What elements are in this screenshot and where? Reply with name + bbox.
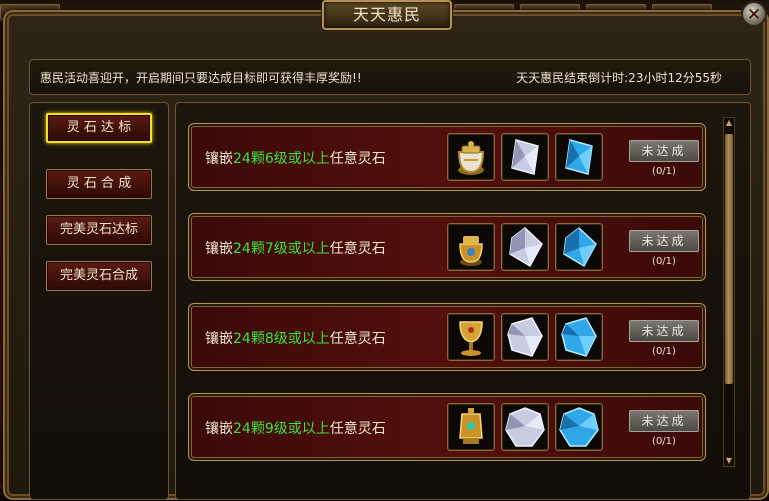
- gold-lantern-icon[interactable]: [447, 403, 495, 451]
- status-button[interactable]: 未达成: [629, 410, 699, 432]
- task-list-panel: 镶嵌24颗6级或以上任意灵石 未达成 (0/1) 镶嵌24颗7级或以上任意灵石: [175, 102, 751, 500]
- white-gold-jar-icon[interactable]: [447, 133, 495, 181]
- task-prefix: 镶嵌: [205, 241, 233, 257]
- task-progress: (0/1): [652, 256, 676, 267]
- blue-gem-icon[interactable]: [555, 313, 603, 361]
- category-nav: 灵 石 达 标 灵 石 合 成 完美灵石达标 完美灵石合成: [29, 102, 169, 500]
- task-suffix: 任意灵石: [329, 331, 386, 347]
- task-requirement: 24颗9级或以上: [233, 421, 330, 437]
- nav-item-stone-target[interactable]: 灵 石 达 标: [46, 113, 152, 143]
- white-gem-icon[interactable]: [501, 223, 549, 271]
- task-progress: (0/1): [652, 436, 676, 447]
- scrollbar-thumb[interactable]: [725, 134, 733, 384]
- task-row: 镶嵌24颗6级或以上任意灵石 未达成 (0/1): [188, 123, 706, 191]
- event-window: 惠民活动喜迎开，开启期间只要达成目标即可获得丰厚奖励!! 天天惠民结束倒计时:2…: [3, 10, 769, 500]
- white-gem-icon[interactable]: [501, 313, 549, 361]
- event-notice-text: 惠民活动喜迎开，开启期间只要达成目标即可获得丰厚奖励!!: [40, 71, 362, 85]
- task-progress: (0/1): [652, 166, 676, 177]
- blue-gem-icon[interactable]: [555, 223, 603, 271]
- task-prefix: 镶嵌: [205, 421, 233, 437]
- nav-item-perfect-stone-synthesis[interactable]: 完美灵石合成: [46, 261, 152, 291]
- status-button[interactable]: 未达成: [629, 140, 699, 162]
- task-prefix: 镶嵌: [205, 331, 233, 347]
- task-row: 镶嵌24颗9级或以上任意灵石 未达成 (0/1): [188, 393, 706, 461]
- task-row: 镶嵌24颗8级或以上任意灵石 未达成 (0/1): [188, 303, 706, 371]
- scrollbar[interactable]: ▲ ▼: [723, 117, 735, 467]
- task-requirement: 24颗8级或以上: [233, 331, 330, 347]
- task-requirement: 24颗7级或以上: [233, 241, 330, 257]
- notice-bar: 惠民活动喜迎开，开启期间只要达成目标即可获得丰厚奖励!! 天天惠民结束倒计时:2…: [29, 59, 751, 95]
- window-title: 天天惠民: [322, 0, 452, 30]
- task-suffix: 任意灵石: [329, 151, 386, 167]
- white-gem-icon[interactable]: [501, 133, 549, 181]
- gold-jar-icon[interactable]: [447, 223, 495, 271]
- blue-gem-icon[interactable]: [555, 403, 603, 451]
- task-progress: (0/1): [652, 346, 676, 357]
- gold-goblet-icon[interactable]: [447, 313, 495, 361]
- task-description: 镶嵌24颗8级或以上任意灵石: [205, 328, 386, 348]
- task-description: 镶嵌24颗9级或以上任意灵石: [205, 418, 386, 438]
- task-requirement: 24颗6级或以上: [233, 151, 330, 167]
- task-description: 镶嵌24颗7级或以上任意灵石: [205, 238, 386, 258]
- task-prefix: 镶嵌: [205, 151, 233, 167]
- status-button[interactable]: 未达成: [629, 320, 699, 342]
- task-suffix: 任意灵石: [329, 421, 386, 437]
- nav-item-stone-synthesis[interactable]: 灵 石 合 成: [46, 169, 152, 199]
- countdown-timer: 天天惠民结束倒计时:23小时12分55秒: [516, 71, 722, 85]
- task-suffix: 任意灵石: [329, 241, 386, 257]
- status-button[interactable]: 未达成: [629, 230, 699, 252]
- blue-gem-icon[interactable]: [555, 133, 603, 181]
- nav-item-perfect-stone-target[interactable]: 完美灵石达标: [46, 215, 152, 245]
- task-description: 镶嵌24颗6级或以上任意灵石: [205, 148, 386, 168]
- white-gem-icon[interactable]: [501, 403, 549, 451]
- scroll-down-arrow-icon[interactable]: ▼: [724, 456, 734, 466]
- task-row: 镶嵌24颗7级或以上任意灵石 未达成 (0/1): [188, 213, 706, 281]
- close-icon[interactable]: ✕: [741, 1, 767, 27]
- scroll-up-arrow-icon[interactable]: ▲: [724, 118, 734, 128]
